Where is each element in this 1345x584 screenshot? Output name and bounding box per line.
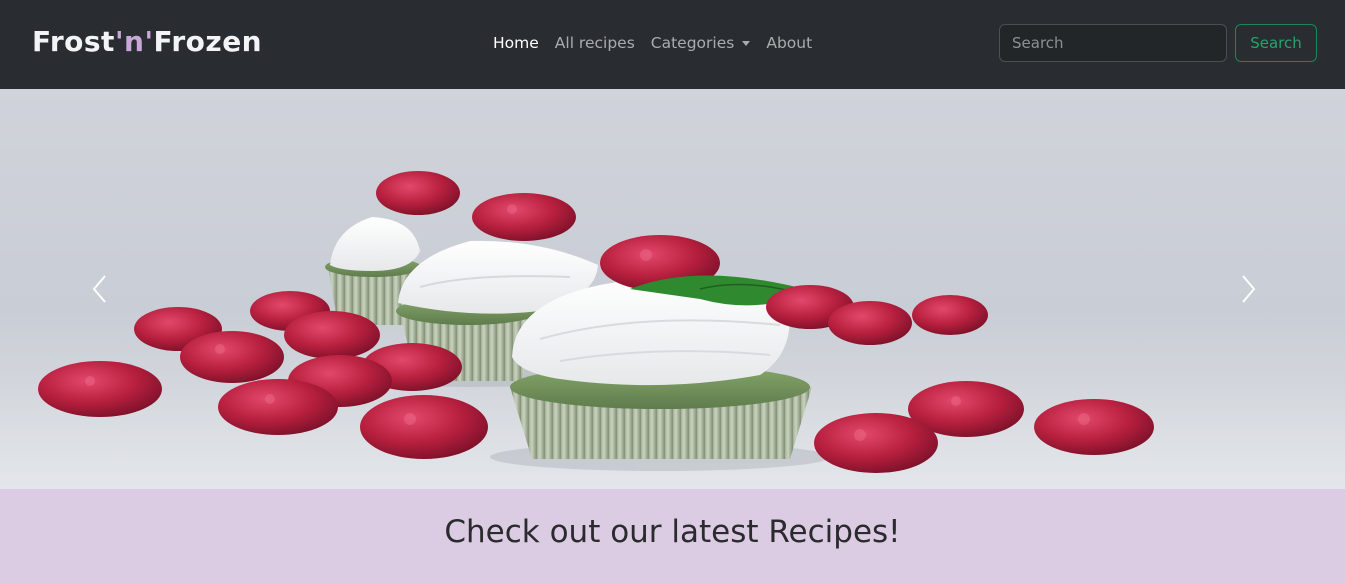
carousel-prev-button[interactable] — [80, 269, 120, 309]
nav-item-about[interactable]: About — [766, 31, 812, 55]
chevron-left-icon — [92, 275, 106, 303]
nav-item-home[interactable]: Home — [493, 31, 539, 55]
nav-item-categories-label: Categories — [650, 34, 735, 52]
caret-down-icon — [742, 40, 751, 46]
brand-text-frozen: Frozen — [153, 25, 263, 58]
nav-item-categories[interactable]: Categories — [651, 31, 751, 55]
search-input[interactable] — [999, 24, 1227, 62]
nav-links: Home All recipes Categories About — [493, 31, 812, 55]
search-button[interactable]: Search — [1235, 24, 1317, 62]
section-title: Check out our latest Recipes! — [444, 514, 901, 550]
chevron-right-icon — [1242, 275, 1256, 303]
nav-item-all-recipes[interactable]: All recipes — [555, 31, 635, 55]
latest-recipes-section: Check out our latest Recipes! — [0, 489, 1345, 584]
carousel-next-button[interactable] — [1228, 269, 1268, 309]
brand-text-frost: Frost — [32, 25, 115, 58]
navbar: Frost'n'Frozen Home All recipes Categori… — [0, 0, 1345, 89]
brand-text-n: 'n' — [114, 25, 154, 58]
hero-carousel — [0, 89, 1345, 489]
carousel-image-raspberry-cupcakes — [0, 171, 1345, 489]
brand-logo[interactable]: Frost'n'Frozen — [32, 24, 262, 60]
